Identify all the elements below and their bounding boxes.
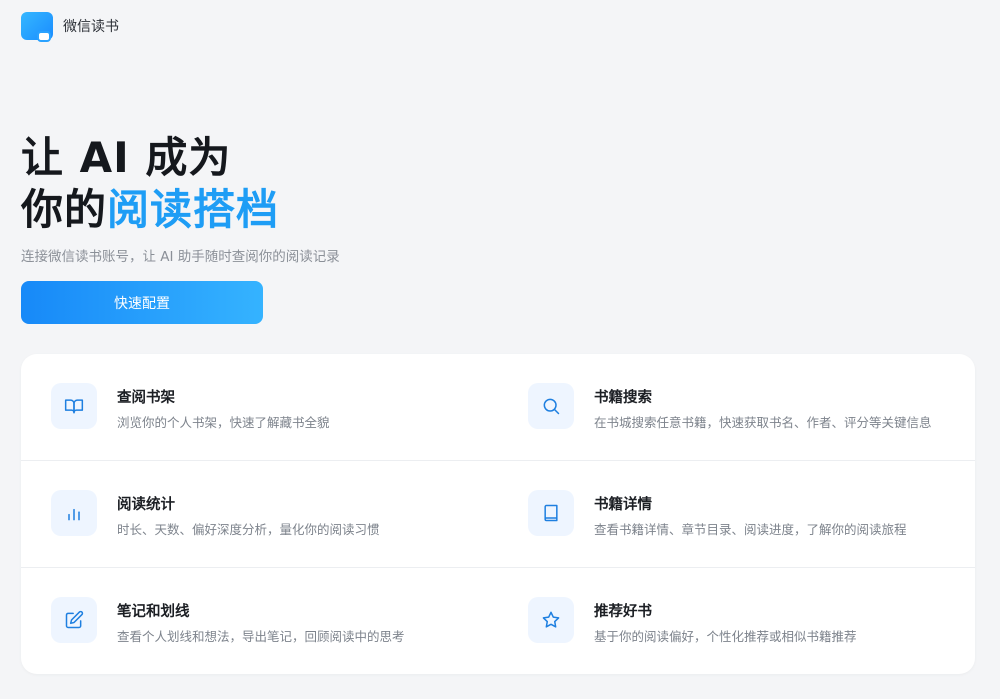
book-icon bbox=[528, 490, 574, 536]
feature-notes-highlights[interactable]: 笔记和划线 查看个人划线和想法，导出笔记，回顾阅读中的思考 bbox=[21, 568, 498, 675]
feature-desc: 查看书籍详情、章节目录、阅读进度，了解你的阅读旅程 bbox=[594, 522, 907, 537]
hero-title-prefix: 你的 bbox=[21, 185, 108, 234]
edit-icon bbox=[51, 597, 97, 643]
feature-row: 阅读统计 时长、天数、偏好深度分析，量化你的阅读习惯 书籍详情 查看书籍详情、章… bbox=[21, 460, 975, 567]
app-header: 微信读书 bbox=[21, 12, 119, 42]
feature-book-details[interactable]: 书籍详情 查看书籍详情、章节目录、阅读进度，了解你的阅读旅程 bbox=[498, 461, 975, 568]
feature-desc: 浏览你的个人书架，快速了解藏书全貌 bbox=[117, 415, 330, 430]
brand-name: 微信读书 bbox=[63, 19, 119, 35]
features-panel: 查阅书架 浏览你的个人书架，快速了解藏书全貌 书籍搜索 在书城搜索任意书籍，快速… bbox=[21, 354, 975, 674]
hero-title-line1: 让 AI 成为 bbox=[21, 133, 232, 182]
wechat-read-logo-icon[interactable] bbox=[21, 12, 53, 42]
feature-title: 书籍搜索 bbox=[594, 390, 652, 406]
feature-recommend[interactable]: 推荐好书 基于你的阅读偏好，个性化推荐或相似书籍推荐 bbox=[498, 568, 975, 675]
feature-reading-stats[interactable]: 阅读统计 时长、天数、偏好深度分析，量化你的阅读习惯 bbox=[21, 461, 498, 568]
feature-title: 笔记和划线 bbox=[117, 604, 190, 620]
hero-subtitle: 连接微信读书账号，让 AI 助手随时查阅你的阅读记录 bbox=[21, 249, 340, 265]
feature-row: 查阅书架 浏览你的个人书架，快速了解藏书全貌 书籍搜索 在书城搜索任意书籍，快速… bbox=[21, 354, 975, 461]
feature-row: 笔记和划线 查看个人划线和想法，导出笔记，回顾阅读中的思考 推荐好书 基于你的阅… bbox=[21, 567, 975, 674]
feature-title: 查阅书架 bbox=[117, 390, 175, 406]
hero-title-accent: 阅读搭档 bbox=[107, 185, 280, 234]
star-icon bbox=[528, 597, 574, 643]
search-icon bbox=[528, 383, 574, 429]
hero-title-line2: 你的阅读搭档 bbox=[21, 184, 340, 236]
feature-book-search[interactable]: 书籍搜索 在书城搜索任意书籍，快速获取书名、作者、评分等关键信息 bbox=[498, 354, 975, 461]
hero-title: 让 AI 成为 你的阅读搭档 bbox=[21, 132, 340, 236]
feature-desc: 时长、天数、偏好深度分析，量化你的阅读习惯 bbox=[117, 522, 380, 537]
feature-title: 书籍详情 bbox=[594, 497, 652, 513]
feature-desc: 基于你的阅读偏好，个性化推荐或相似书籍推荐 bbox=[594, 629, 857, 644]
feature-desc: 在书城搜索任意书籍，快速获取书名、作者、评分等关键信息 bbox=[594, 415, 932, 430]
quick-setup-button[interactable]: 快速配置 bbox=[21, 281, 263, 324]
feature-bookshelf[interactable]: 查阅书架 浏览你的个人书架，快速了解藏书全貌 bbox=[21, 354, 498, 461]
hero-section: 让 AI 成为 你的阅读搭档 连接微信读书账号，让 AI 助手随时查阅你的阅读记… bbox=[21, 132, 340, 265]
bar-chart-icon bbox=[51, 490, 97, 536]
feature-desc: 查看个人划线和想法，导出笔记，回顾阅读中的思考 bbox=[117, 629, 405, 644]
feature-title: 阅读统计 bbox=[117, 497, 175, 513]
book-open-icon bbox=[51, 383, 97, 429]
feature-title: 推荐好书 bbox=[594, 604, 652, 620]
